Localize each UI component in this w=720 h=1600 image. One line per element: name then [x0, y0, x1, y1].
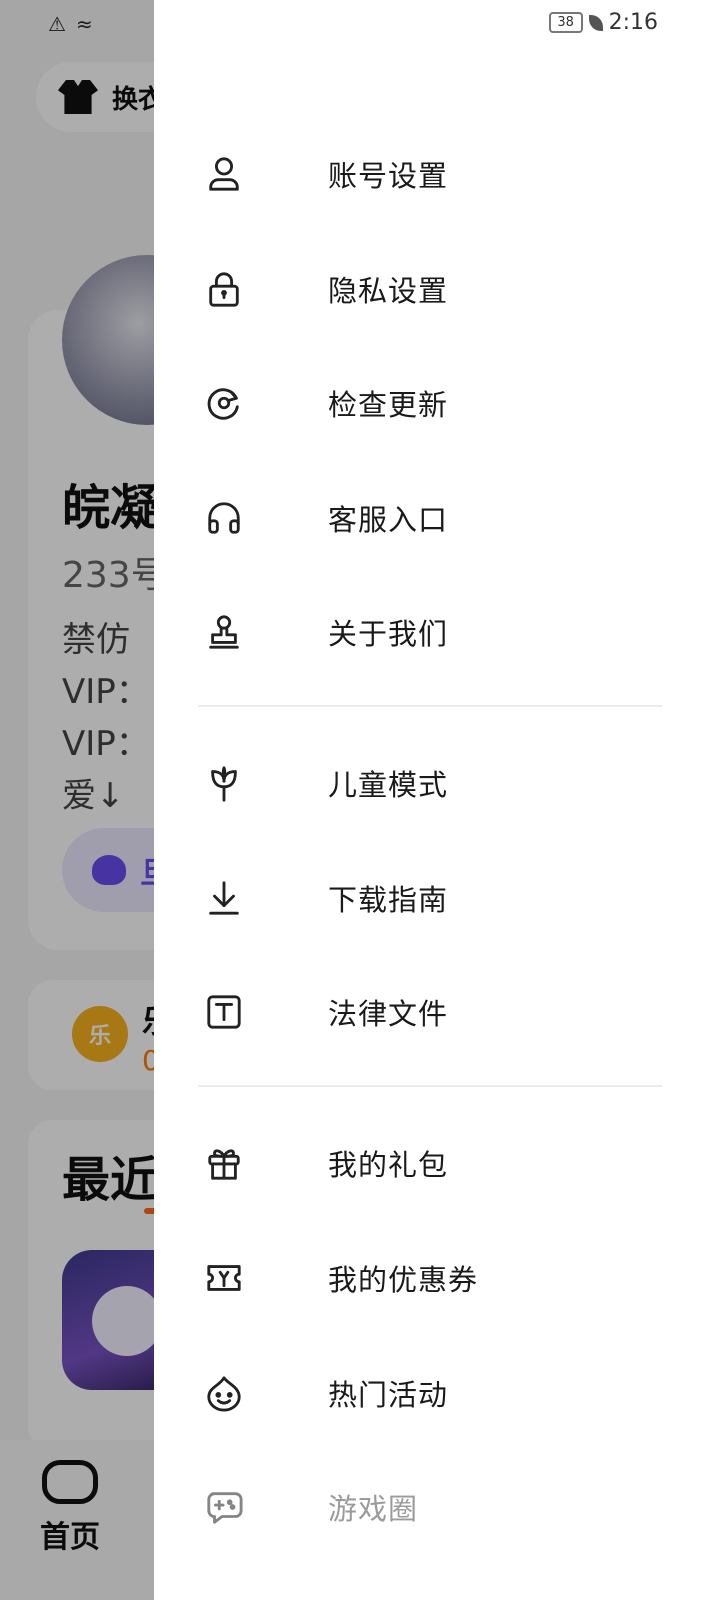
- menu-item-label: 客服入口: [328, 503, 449, 537]
- menu-item-label: 检查更新: [328, 388, 449, 422]
- menu-item-privacy-settings[interactable]: 隐私设置: [198, 241, 678, 337]
- menu-item-hot-events[interactable]: 热门活动: [198, 1345, 678, 1441]
- game-chat-icon: [204, 1487, 244, 1527]
- battery-icon: 38: [548, 12, 583, 33]
- menu-item-account-settings[interactable]: 账号设置: [198, 126, 678, 222]
- menu-item-check-update[interactable]: 检查更新: [198, 355, 678, 451]
- menu-item-label: 儿童模式: [328, 768, 449, 802]
- menu-item-label: 下载指南: [328, 883, 449, 917]
- download-icon: [204, 878, 244, 918]
- menu-item-legal-documents[interactable]: 法律文件: [198, 964, 678, 1060]
- menu-item-kids-mode[interactable]: 儿童模式: [198, 735, 678, 831]
- menu-item-my-coupons[interactable]: 我的优惠券: [198, 1230, 678, 1326]
- leaf-icon: [588, 14, 603, 31]
- menu-item-label: 热门活动: [328, 1378, 449, 1412]
- lock-icon: [204, 269, 244, 309]
- text-document-icon: [204, 992, 244, 1032]
- gift-icon: [204, 1143, 244, 1183]
- menu-item-game-circle[interactable]: 游戏圈: [198, 1459, 678, 1555]
- user-icon: [204, 154, 244, 194]
- status-bar-right: 38 2:16: [548, 10, 658, 35]
- menu-item-label: 账号设置: [328, 159, 449, 193]
- headphones-icon: [204, 498, 244, 538]
- sprout-icon: [204, 763, 244, 803]
- settings-drawer: 38 2:16 账号设置 隐私设置 检查更新 客服入口 关于我们 儿童模式 下载…: [154, 0, 720, 1600]
- menu-item-label: 游戏圈: [328, 1492, 419, 1526]
- menu-item-about-us[interactable]: 关于我们: [198, 584, 678, 680]
- refresh-icon: [204, 383, 244, 423]
- menu-divider: [198, 1085, 662, 1087]
- smile-flame-icon: [204, 1373, 244, 1413]
- menu-item-download-guide[interactable]: 下载指南: [198, 850, 678, 946]
- ticket-icon: [204, 1258, 244, 1298]
- menu-item-label: 隐私设置: [328, 274, 449, 308]
- menu-item-label: 关于我们: [328, 617, 449, 651]
- status-time: 2:16: [608, 10, 658, 35]
- menu-item-label: 我的优惠券: [328, 1263, 479, 1297]
- menu-item-customer-service[interactable]: 客服入口: [198, 470, 678, 566]
- stamp-icon: [204, 612, 244, 652]
- menu-divider: [198, 705, 662, 707]
- menu-item-label: 我的礼包: [328, 1148, 449, 1182]
- menu-item-label: 法律文件: [328, 997, 449, 1031]
- menu-item-my-gifts[interactable]: 我的礼包: [198, 1115, 678, 1211]
